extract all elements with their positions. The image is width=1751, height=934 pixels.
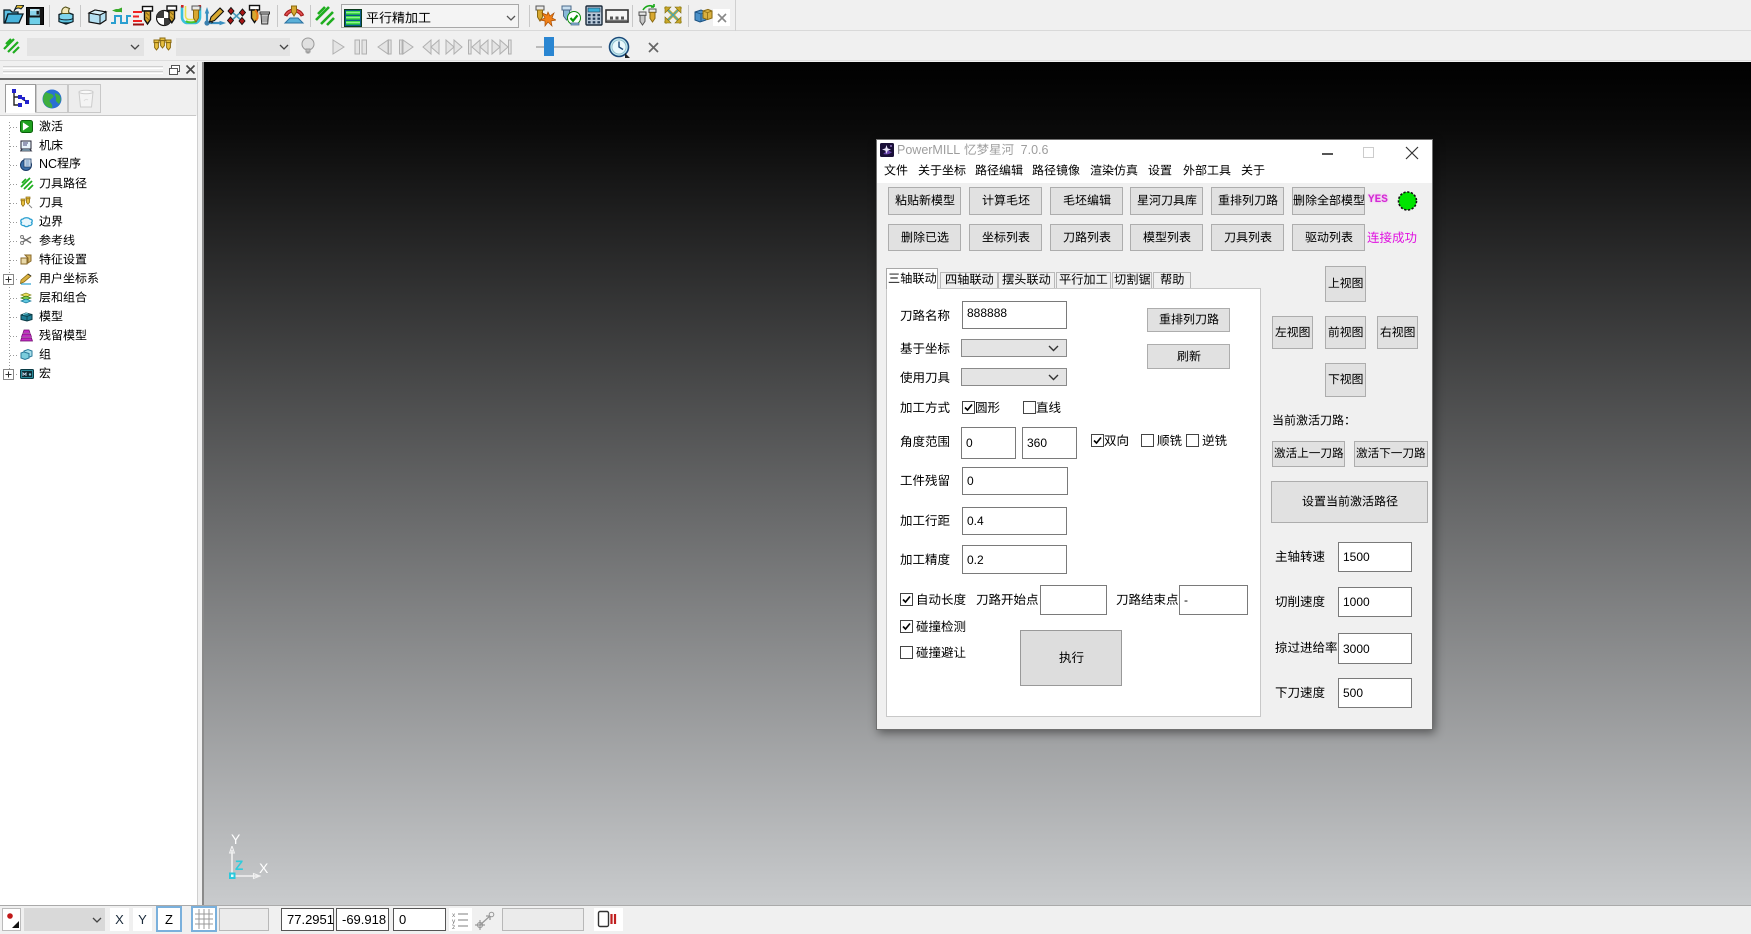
svg-text:z: z [452,924,455,929]
